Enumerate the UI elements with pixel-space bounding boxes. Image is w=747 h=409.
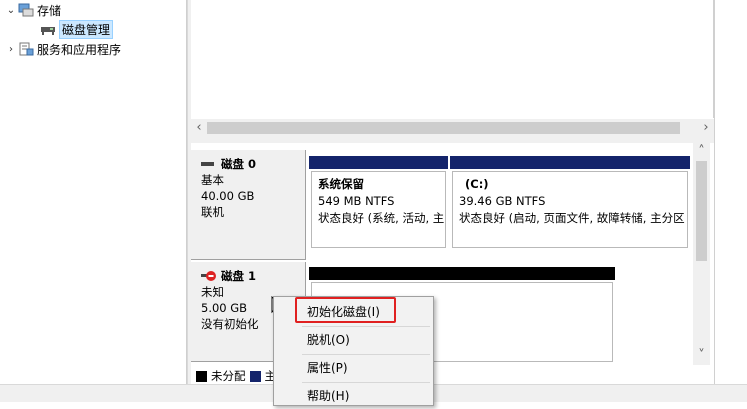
partition-size: 39.46 GB NTFS xyxy=(459,194,546,208)
scroll-right-icon[interactable]: › xyxy=(698,119,714,137)
partition-bar xyxy=(309,156,448,169)
disk-name: 磁盘 1 xyxy=(221,269,257,283)
vertical-scrollbar[interactable]: ˄ ˅ xyxy=(693,143,710,365)
horizontal-scroll-thumb[interactable] xyxy=(207,122,680,134)
partition-title: 系统保留 xyxy=(318,177,364,191)
disk-graphical-view: 磁盘 0 基本 40.00 GB 联机 系统保留 549 MB NTFS 状态良… xyxy=(191,143,695,384)
disk-error-icon xyxy=(201,271,216,281)
tree-item-label: 服务和应用程序 xyxy=(37,42,122,57)
disk-name: 磁盘 0 xyxy=(221,157,257,171)
disk-drive-icon xyxy=(41,27,55,35)
legend-unallocated-label: 未分配 xyxy=(211,369,246,383)
chevron-down-icon[interactable]: ⌄ xyxy=(4,5,18,16)
partition-title: (C:) xyxy=(465,177,489,191)
legend-unallocated-swatch xyxy=(196,370,207,382)
horizontal-scrollbar[interactable]: ‹ › xyxy=(191,119,714,137)
partition-bar xyxy=(450,156,690,169)
legend: 未分配 主 xyxy=(196,368,276,384)
disk-0-label[interactable]: 磁盘 0 基本 40.00 GB 联机 xyxy=(191,150,306,260)
menu-item-properties[interactable]: 属性(P) xyxy=(274,355,433,381)
tree-item-storage[interactable]: ⌄ 存储 xyxy=(4,1,61,19)
disk-1-name-row: 磁盘 1 xyxy=(201,268,305,284)
services-icon xyxy=(19,42,34,56)
scroll-down-icon[interactable]: ˅ xyxy=(693,347,710,365)
tree-item-label: 存储 xyxy=(37,3,62,18)
tree-item-label: 磁盘管理 xyxy=(59,19,114,39)
storage-icon xyxy=(18,3,34,17)
legend-primary-swatch xyxy=(249,370,261,382)
disk-status: 联机 xyxy=(201,205,224,219)
volume-list-pane xyxy=(191,0,714,118)
chevron-right-icon[interactable]: › xyxy=(4,44,18,55)
unallocated-bar xyxy=(309,267,615,280)
navigation-tree: ⌄ 存储 磁盘管理 › 服务和应用程序 xyxy=(0,0,187,384)
disk-0-name-row: 磁盘 0 xyxy=(201,156,305,172)
disk-basic-icon xyxy=(201,162,214,166)
menu-item-offline[interactable]: 脱机(O) xyxy=(274,327,433,353)
partition-c-drive[interactable]: (C:) 39.46 GB NTFS 状态良好 (启动, 页面文件, 故障转储,… xyxy=(450,156,690,248)
action-pane xyxy=(714,0,747,384)
scroll-left-icon[interactable]: ‹ xyxy=(191,119,207,137)
scroll-up-icon[interactable]: ˄ xyxy=(693,143,710,161)
menu-item-help[interactable]: 帮助(H) xyxy=(274,383,433,409)
partition-health: 状态良好 (系统, 活动, 主 xyxy=(318,211,445,225)
partition-health: 状态良好 (启动, 页面文件, 故障转储, 主分区 xyxy=(459,211,685,225)
vertical-scroll-thumb[interactable] xyxy=(696,161,707,261)
disk-size: 40.00 GB xyxy=(201,189,255,203)
tree-item-services-apps[interactable]: › 服务和应用程序 xyxy=(4,40,121,58)
partition-system-reserved[interactable]: 系统保留 549 MB NTFS 状态良好 (系统, 活动, 主 xyxy=(309,156,448,248)
tree-item-disk-management[interactable]: 磁盘管理 xyxy=(40,19,114,39)
partition-size: 549 MB NTFS xyxy=(318,194,395,208)
disk-type: 基本 xyxy=(201,173,224,187)
highlight-box xyxy=(295,297,396,323)
